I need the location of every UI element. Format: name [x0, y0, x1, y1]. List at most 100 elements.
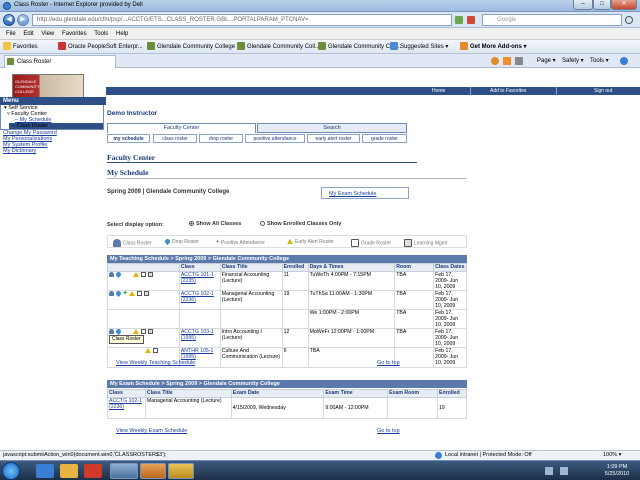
class-roster-icon[interactable] [109, 329, 114, 335]
legend-learning-mgmt: Learning Mgmt [404, 239, 447, 247]
rss-icon[interactable] [503, 57, 511, 65]
add-favorites-link[interactable]: Add to Favorites [490, 87, 526, 95]
menu-my-dictionary[interactable]: My Dictionary [3, 148, 36, 154]
days-times: TuThSa 11:00AM - 1:30PM [307, 290, 396, 310]
search-input[interactable]: Google [482, 14, 622, 26]
view-weekly-teaching-link[interactable]: View Weekly Teaching Schedule [116, 360, 195, 366]
room [394, 347, 435, 368]
warning-icon[interactable] [145, 348, 151, 354]
column-header: Class Title [219, 263, 283, 272]
menu-tools[interactable]: Tools [94, 28, 108, 40]
fav-oracle[interactable]: Oracle PeopleSoft Enterpr... [58, 42, 143, 52]
fav-gcc-2[interactable]: Glendale Community Coll... [237, 42, 320, 52]
volume-icon[interactable] [560, 467, 568, 475]
class-link[interactable]: ANTHR 105-1 (1995) [181, 348, 214, 360]
go-to-top-link[interactable]: Go to top [377, 428, 400, 434]
option-all-classes[interactable]: Show All Classes [189, 221, 241, 227]
menu-class-roster[interactable]: – Class Roster [9, 123, 103, 129]
view-weekly-exam-link[interactable]: View Weekly Exam Schedule [116, 428, 187, 434]
subtab-drop-roster[interactable]: drop roster [199, 134, 243, 143]
subtab-class-roster[interactable]: class roster [153, 134, 197, 143]
plus-icon[interactable]: + [123, 290, 127, 297]
sign-out-link[interactable]: Sign out [594, 87, 612, 95]
my-exam-schedule-link[interactable]: My Exam Schedule [329, 191, 376, 197]
fav-gcc-1[interactable]: Glendale Community College [147, 42, 235, 52]
my-schedule-title: My Schedule [107, 168, 149, 177]
forward-button[interactable]: ▶ [17, 14, 29, 26]
class-link[interactable]: ACCTG 102-1 (2236) [109, 398, 142, 410]
menu-file[interactable]: File [6, 28, 16, 40]
class-dates: Feb 17, 2009- Jun 10, 2009 [433, 328, 467, 348]
search-icon[interactable] [625, 16, 633, 24]
menu-edit[interactable]: Edit [23, 28, 33, 40]
class-roster-icon[interactable] [109, 291, 114, 297]
grade-roster-icon[interactable] [137, 291, 143, 297]
radio-enrolled-only[interactable] [260, 221, 265, 227]
subtab-grade-roster[interactable]: grade roster [362, 134, 407, 143]
ie-taskbar-icon[interactable] [36, 464, 54, 478]
learning-mgmt-icon[interactable] [148, 329, 153, 335]
go-to-top-link[interactable]: Go to top [377, 360, 400, 366]
minimize-button[interactable]: – [573, 0, 593, 10]
address-input[interactable]: http://edu.glendale.edu/cfm/psp/...ACCTG… [32, 14, 452, 26]
tab-faculty-center[interactable]: Faculty Center [107, 123, 256, 133]
warning-icon[interactable] [133, 272, 139, 278]
tools-menu[interactable]: Tools ▾ [590, 57, 609, 66]
close-window-button[interactable]: ✕ [611, 0, 637, 10]
menu-favorites[interactable]: Favorites [62, 28, 87, 40]
learning-mgmt-icon[interactable] [144, 291, 150, 297]
grade-roster-icon[interactable] [153, 348, 158, 354]
help-icon[interactable] [620, 57, 628, 65]
task-folder[interactable] [168, 463, 194, 479]
browser-tab-class-roster[interactable]: Class Roster [4, 55, 116, 68]
home-icon[interactable] [491, 57, 499, 65]
subtab-my-schedule[interactable]: my schedule [107, 134, 150, 143]
class-title: Intro Accounting I (Lecture) [219, 328, 283, 348]
table-row: ACCTG 102-1 (2236) Managerial Accounting… [107, 397, 468, 419]
system-clock[interactable]: 1:09 PM 5/25/2010 [597, 464, 637, 478]
print-icon[interactable] [515, 57, 523, 65]
subtab-early-alert-roster[interactable]: early alert roster [307, 134, 360, 143]
safety-menu[interactable]: Safety ▾ [562, 57, 584, 66]
warning-icon[interactable] [133, 329, 139, 335]
explorer-taskbar-icon[interactable] [60, 464, 78, 478]
favorites-button[interactable]: Favorites [3, 42, 38, 52]
row-actions [107, 271, 180, 291]
network-icon[interactable] [545, 467, 553, 475]
drop-roster-icon[interactable] [114, 290, 123, 298]
home-link[interactable]: Home [432, 87, 445, 95]
tab-search[interactable]: Search [257, 123, 407, 133]
back-button[interactable]: ◀ [3, 14, 15, 26]
option-enrolled-only[interactable]: Show Enrolled Classes Only [260, 221, 341, 227]
media-taskbar-icon[interactable] [84, 464, 102, 478]
class-roster-icon[interactable] [109, 272, 114, 278]
fav-addons[interactable]: Get More Add-ons ▾ [460, 42, 526, 52]
display-option-label: Select display option: [107, 222, 164, 228]
warning-icon[interactable] [129, 291, 136, 297]
subtab-positive-attendance[interactable]: positive attendance [245, 134, 305, 143]
start-button[interactable] [2, 462, 20, 480]
task-ie[interactable] [110, 463, 138, 479]
zoom-level[interactable]: 100% ▾ [603, 451, 621, 460]
refresh-icon[interactable] [455, 16, 463, 24]
class-link[interactable]: ACCTG 101-1 (2235) [181, 272, 214, 284]
fav-suggested[interactable]: Suggested Sites ▾ [390, 42, 448, 52]
drop-roster-icon[interactable] [114, 271, 123, 279]
maximize-button[interactable]: □ [593, 0, 611, 10]
learning-mgmt-icon[interactable] [148, 272, 153, 278]
stop-icon[interactable] [467, 16, 475, 24]
column-header: Days & Times [307, 263, 396, 272]
task-powerpoint[interactable] [140, 463, 166, 479]
class-title: Managerial Accounting (Lecture) [144, 397, 232, 419]
class-link[interactable]: ACCTG 103-1 (1995) [181, 329, 214, 341]
taskbar: 1:09 PM 5/25/2010 [0, 460, 640, 480]
radio-all-classes[interactable] [189, 221, 194, 227]
grade-roster-icon[interactable] [141, 272, 146, 278]
grade-roster-icon[interactable] [141, 329, 146, 335]
column-header: Enrolled [281, 263, 309, 272]
page-menu[interactable]: Page ▾ [537, 57, 556, 66]
class-link[interactable]: ACCTG 102-1 (2236) [181, 291, 214, 303]
fav-gcc-3[interactable]: Glendale Community Coll... [318, 42, 401, 52]
menu-help[interactable]: Help [116, 28, 128, 40]
menu-view[interactable]: View [41, 28, 54, 40]
